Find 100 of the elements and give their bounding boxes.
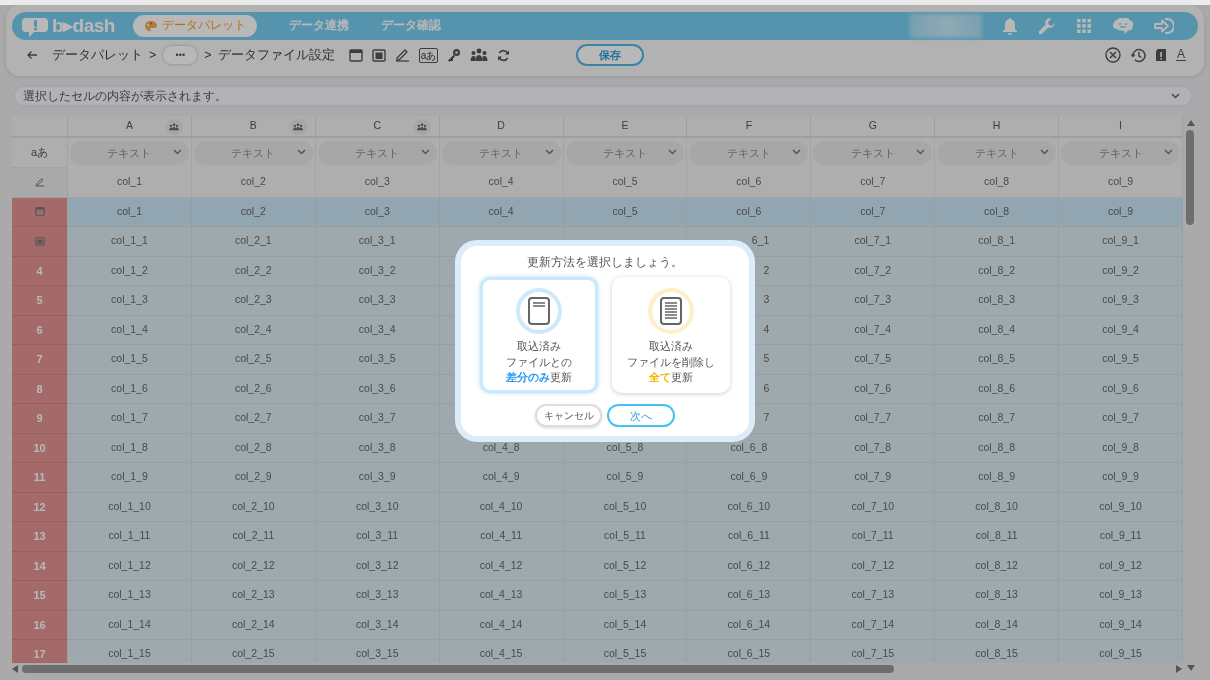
row-header[interactable]: 13: [12, 522, 68, 552]
row-header[interactable]: 12: [12, 492, 68, 522]
table-cell: col_7_12: [811, 551, 936, 581]
nav-tab[interactable]: データ確認: [380, 17, 441, 35]
row-header[interactable]: [12, 197, 68, 227]
nav-tab[interactable]: データパレット: [132, 15, 257, 37]
vertical-scrollbar[interactable]: [1186, 130, 1194, 225]
scroll-left-icon[interactable]: [12, 665, 18, 673]
update-option-card[interactable]: 取込済み ファイルとの 差分のみ更新: [480, 277, 598, 394]
row-header[interactable]: 9: [12, 404, 68, 434]
table-cell: col_5_15: [563, 640, 688, 663]
row-header[interactable]: 10: [12, 433, 68, 463]
chevron-down-icon: [668, 149, 678, 155]
table-cell: col_2_10: [191, 492, 316, 522]
table-cell: col_2_4: [191, 315, 316, 345]
table-cell: col_7_15: [811, 640, 936, 663]
text-type-icon[interactable]: aあ: [418, 47, 439, 63]
row-header[interactable]: 11: [12, 463, 68, 493]
scroll-up-icon[interactable]: [1187, 120, 1195, 126]
edit-icon[interactable]: [394, 48, 410, 62]
row-header[interactable]: 4: [12, 256, 68, 286]
table-cell: col_1_6: [68, 374, 192, 404]
breadcrumb-separator: >: [149, 46, 157, 64]
table-cell: col_9_13: [1059, 581, 1183, 611]
table-cell: col_3: [315, 197, 440, 227]
table-cell: col_9_7: [1059, 404, 1183, 434]
refresh-icon[interactable]: [497, 48, 511, 62]
redacted-area: [910, 14, 982, 38]
table-cell: col_1: [68, 168, 192, 198]
scroll-down-icon[interactable]: [1187, 665, 1195, 671]
column-header: A: [125, 118, 133, 134]
group-button[interactable]: [289, 119, 307, 135]
table-cell: col_7_6: [811, 374, 936, 404]
nav-tab[interactable]: データ連携: [288, 17, 349, 35]
table-cell: col_4_10: [439, 492, 564, 522]
table-cell: col_5_9: [563, 463, 688, 493]
row-header[interactable]: 7: [12, 345, 68, 375]
row-header[interactable]: 6: [12, 315, 68, 345]
row-header[interactable]: 16: [12, 610, 68, 640]
table-cell: col_7: [811, 197, 936, 227]
table-cell: col_2_8: [191, 433, 316, 463]
horizontal-scrollbar[interactable]: [22, 665, 894, 673]
table-cell: col_8_5: [935, 345, 1060, 375]
panel-icon[interactable]: [371, 48, 386, 62]
table-cell: col_8_7: [935, 404, 1060, 434]
table-cell: col_3_3: [315, 286, 440, 316]
table-cell: col_5_11: [563, 522, 688, 552]
table-cell: col_4: [439, 197, 564, 227]
next-button[interactable]: 次へ: [607, 404, 675, 428]
back-arrow-icon[interactable]: [26, 50, 38, 60]
more-button[interactable]: •••: [162, 45, 199, 65]
save-button[interactable]: 保存: [576, 44, 644, 66]
wrench-icon[interactable]: [1038, 17, 1056, 35]
note-alert-icon[interactable]: [1155, 48, 1167, 62]
brain-icon[interactable]: [1112, 17, 1134, 35]
row-header[interactable]: 8: [12, 374, 68, 404]
table-cell: col_7_13: [811, 581, 936, 611]
table-cell: col_2_2: [191, 256, 316, 286]
bell-icon[interactable]: [1002, 17, 1018, 35]
table-cell: col_1_8: [68, 433, 192, 463]
option-text: ファイルとの: [506, 354, 572, 370]
palette-icon: [143, 20, 158, 32]
table-cell: col_8_12: [935, 551, 1060, 581]
sign-in-icon[interactable]: [1154, 17, 1174, 35]
table-cell: col_5: [563, 168, 688, 198]
table-cell: col_6_14: [687, 610, 812, 640]
people-icon: [417, 123, 428, 131]
scroll-right-icon[interactable]: [1176, 665, 1182, 673]
column-header: F: [745, 118, 753, 134]
table-cell: col_4_11: [439, 522, 564, 552]
row-header[interactable]: 14: [12, 551, 68, 581]
column-header: B: [249, 118, 257, 134]
table-cell: col_3_5: [315, 345, 440, 375]
table-cell: col_3: [315, 168, 440, 198]
table-cell: col_8_13: [935, 581, 1060, 611]
row-header[interactable]: 17: [12, 640, 68, 663]
group-button[interactable]: [413, 119, 431, 135]
column-header: H: [992, 118, 1001, 134]
table-cell: col_2_9: [191, 463, 316, 493]
option-text: 差分のみ更新: [506, 370, 572, 386]
close-icon[interactable]: [1105, 47, 1121, 63]
chevron-down-icon: [420, 149, 430, 155]
row-header[interactable]: 15: [12, 581, 68, 611]
people-icon[interactable]: [470, 48, 489, 62]
table-cell: col_8_6: [935, 374, 1060, 404]
breadcrumb-link[interactable]: データパレット: [52, 45, 143, 65]
history-icon[interactable]: [1130, 47, 1146, 63]
table-cell: col_1_10: [68, 492, 192, 522]
table-cell: col_1_13: [68, 581, 192, 611]
table-cell: col_9_10: [1059, 492, 1183, 522]
table-cell: col_8_15: [935, 640, 1060, 663]
cancel-button[interactable]: キャンセル: [535, 404, 602, 428]
group-button[interactable]: [165, 119, 183, 135]
window-icon[interactable]: [348, 48, 363, 62]
row-header[interactable]: 5: [12, 286, 68, 316]
cell-preview-field[interactable]: 選択したセルの内容が表示されます。: [12, 84, 1194, 108]
key-icon[interactable]: [447, 48, 462, 62]
table-cell: col_9_8: [1059, 433, 1183, 463]
table-cell: col_7_3: [811, 286, 936, 316]
grid-icon[interactable]: [1076, 18, 1092, 34]
